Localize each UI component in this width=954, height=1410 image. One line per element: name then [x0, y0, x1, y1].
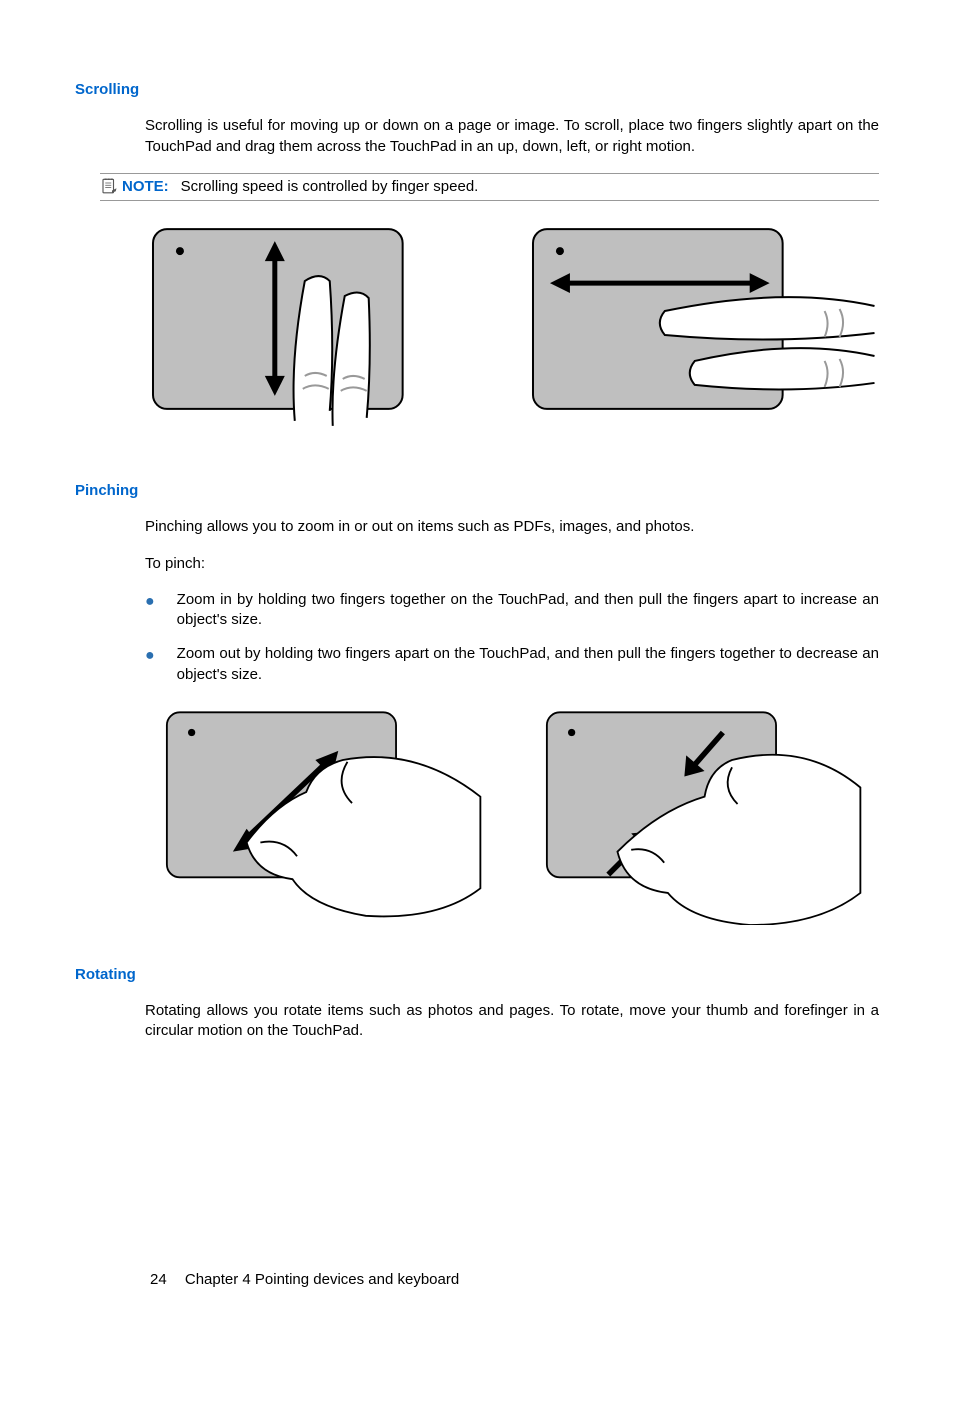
illustration-scroll-vertical [145, 221, 500, 441]
list-item: ● Zoom out by holding two fingers apart … [145, 644, 879, 685]
bullet-text: Zoom in by holding two fingers together … [177, 590, 879, 631]
list-item: ● Zoom in by holding two fingers togethe… [145, 590, 879, 631]
bullet-icon: ● [145, 645, 155, 667]
chapter-title: Chapter 4 Pointing devices and keyboard [185, 1271, 459, 1288]
para-scrolling: Scrolling is useful for moving up or dow… [145, 116, 879, 157]
note-label: NOTE: [122, 177, 169, 197]
illustration-pinch-zoom-in [145, 705, 500, 925]
illustration-pinch-zoom-out [525, 705, 880, 925]
page-number: 24 [150, 1271, 167, 1288]
heading-scrolling: Scrolling [75, 80, 879, 100]
heading-rotating: Rotating [75, 965, 879, 985]
bullet-list-pinching: ● Zoom in by holding two fingers togethe… [145, 590, 879, 685]
note-icon [100, 177, 118, 195]
heading-pinching: Pinching [75, 481, 879, 501]
bullet-text: Zoom out by holding two fingers apart on… [177, 644, 879, 685]
para-rotating: Rotating allows you rotate items such as… [145, 1001, 879, 1042]
illustration-row-pinching [145, 705, 879, 925]
para-pinching-2: To pinch: [145, 554, 879, 574]
bullet-icon: ● [145, 591, 155, 613]
illustration-scroll-horizontal [525, 221, 880, 441]
page-footer: 24 Chapter 4 Pointing devices and keyboa… [150, 1270, 459, 1290]
note-scrolling: NOTE: Scrolling speed is controlled by f… [100, 173, 879, 201]
illustration-row-scrolling [145, 221, 879, 441]
note-text: Scrolling speed is controlled by finger … [181, 177, 479, 197]
para-pinching-1: Pinching allows you to zoom in or out on… [145, 517, 879, 537]
